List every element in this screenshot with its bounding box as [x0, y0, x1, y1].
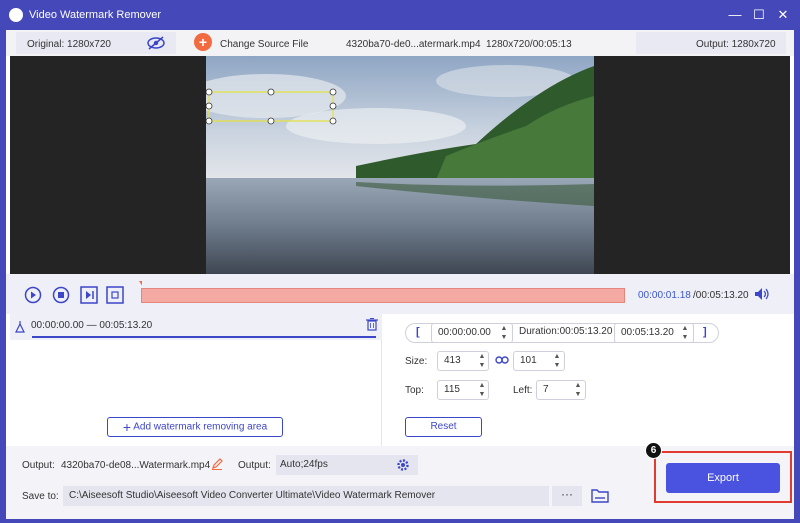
brush-icon	[15, 321, 25, 333]
left-stepper[interactable]: ▲ ▼	[573, 381, 583, 399]
end-time-stepper[interactable]: ▲ ▼	[680, 324, 690, 342]
save-path-field[interactable]: C:\Aiseesoft Studio\Aiseesoft Video Conv…	[63, 486, 549, 506]
eye-hide-icon[interactable]	[146, 36, 166, 50]
output-file-name: 4320ba70-de08...Watermark.mp4	[61, 460, 211, 471]
window-title: Video Watermark Remover	[29, 9, 162, 21]
start-bracket-button[interactable]: [	[416, 326, 420, 338]
change-source-button[interactable]: Change Source File	[220, 39, 308, 50]
add-source-icon[interactable]: +	[194, 33, 212, 51]
folder-icon[interactable]	[591, 488, 609, 503]
next-frame-icon[interactable]	[80, 286, 98, 304]
video-frame	[206, 56, 594, 274]
top-label: Top:	[405, 385, 424, 396]
maximize-icon[interactable]: ☐	[751, 7, 767, 23]
app-logo-icon	[9, 8, 23, 22]
link-ratio-icon[interactable]	[495, 355, 509, 365]
width-stepper[interactable]: ▲ ▼	[477, 352, 487, 370]
video-preview[interactable]	[206, 56, 594, 274]
edit-icon[interactable]	[211, 458, 223, 470]
current-time: 00:00:01.18	[638, 290, 691, 301]
title-bar: Video Watermark Remover — ☐ ✕	[0, 0, 800, 30]
end-bracket-button[interactable]: ]	[703, 326, 707, 338]
output-file-label: Output:	[22, 460, 55, 471]
fullscreen-icon[interactable]	[106, 286, 124, 304]
step-badge: 6	[645, 442, 662, 459]
browse-button[interactable]: ···	[552, 486, 582, 506]
reset-button[interactable]: Reset	[405, 417, 482, 437]
original-resolution: Original: 1280x720	[27, 39, 111, 50]
stop-icon[interactable]	[52, 286, 70, 304]
add-area-button[interactable]: + Add watermark removing area	[107, 417, 283, 437]
size-label: Size:	[405, 356, 428, 367]
output-resolution: Output: 1280x720	[696, 39, 776, 50]
output-format-label: Output:	[238, 460, 271, 471]
height-stepper[interactable]: ▲ ▼	[552, 352, 562, 370]
delete-icon[interactable]	[366, 318, 378, 331]
play-icon[interactable]	[24, 286, 42, 304]
total-time: /00:05:13.20	[693, 290, 749, 301]
segment-progress	[32, 336, 376, 338]
playhead-icon[interactable]	[139, 281, 142, 305]
file-meta: 1280x720/00:05:13	[486, 39, 572, 50]
timeline-track[interactable]	[141, 288, 625, 303]
volume-icon[interactable]	[754, 287, 770, 301]
top-stepper[interactable]: ▲ ▼	[477, 381, 487, 399]
close-icon[interactable]: ✕	[775, 7, 791, 23]
segment-range: 00:00:00.00 — 00:05:13.20	[31, 320, 153, 331]
file-name: 4320ba70-de0...atermark.mp4	[346, 39, 481, 50]
add-area-label: Add watermark removing area	[133, 421, 268, 433]
start-time-stepper[interactable]: ▲ ▼	[499, 324, 509, 342]
minimize-icon[interactable]: —	[727, 7, 743, 23]
duration-text: Duration:00:05:13.20	[519, 326, 613, 337]
settings-gear-icon[interactable]	[396, 458, 410, 472]
export-button[interactable]: Export	[666, 463, 780, 493]
save-to-label: Save to:	[22, 491, 59, 502]
left-label: Left:	[513, 385, 533, 396]
plus-icon: +	[122, 419, 131, 435]
